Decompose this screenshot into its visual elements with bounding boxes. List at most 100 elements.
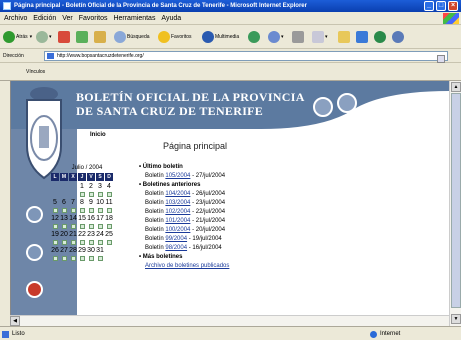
- calendar-day[interactable]: 28: [69, 247, 77, 255]
- maximize-button[interactable]: □: [436, 1, 446, 11]
- calendar-day[interactable]: 6: [60, 199, 68, 207]
- history-button[interactable]: [248, 30, 261, 44]
- calendar-day[interactable]: 3: [96, 183, 104, 191]
- calendar-day[interactable]: 11: [105, 199, 113, 207]
- calendar-day[interactable]: 21: [69, 231, 77, 239]
- calendar-day[interactable]: 10: [96, 199, 104, 207]
- calendar-day[interactable]: 13: [60, 215, 68, 223]
- links-label[interactable]: Vínculos: [26, 69, 45, 75]
- bulletin-link[interactable]: 100/2004: [165, 227, 190, 233]
- day-indicator-icon: [79, 224, 85, 229]
- home-button[interactable]: [94, 30, 107, 44]
- menu-archivo[interactable]: Archivo: [4, 15, 27, 22]
- bulletin-link[interactable]: 101/2004: [165, 218, 190, 224]
- archive-link[interactable]: Archivo de boletines publicados: [145, 263, 229, 269]
- forward-button[interactable]: ▾: [36, 30, 52, 44]
- scroll-thumb[interactable]: [451, 93, 461, 308]
- menu-ver[interactable]: Ver: [62, 15, 73, 22]
- search-nav-icon[interactable]: [26, 244, 43, 261]
- calendar-day[interactable]: 9: [87, 199, 95, 207]
- calendar-day[interactable]: 16: [87, 215, 95, 223]
- latest-bulletin-link[interactable]: 105/2004: [165, 173, 190, 179]
- mail-button[interactable]: ▾: [268, 30, 284, 44]
- bulletin-link[interactable]: 98/2004: [165, 245, 187, 251]
- breadcrumb[interactable]: Inicio: [90, 132, 106, 138]
- day-indicator-icon: [79, 256, 85, 261]
- minimize-button[interactable]: _: [424, 1, 434, 11]
- edit-icon: [312, 31, 324, 43]
- previous-bulletin-row: Boletín 103/2004 - 23/jul/2004: [145, 200, 226, 206]
- help-nav-icon[interactable]: [26, 281, 43, 298]
- calendar-day[interactable]: 4: [105, 183, 113, 191]
- favorites-button[interactable]: Favoritos: [158, 30, 192, 44]
- previous-bulletin-row: Boletín 102/2004 - 22/jul/2004: [145, 209, 226, 215]
- media-button[interactable]: Multimedia: [202, 30, 239, 44]
- calendar-day[interactable]: 30: [87, 247, 95, 255]
- calendar-week-row: 26 27 28 29 30 31: [51, 247, 123, 255]
- calendar-day[interactable]: 2: [87, 183, 95, 191]
- latest-bulletin-heading: Último boletín: [139, 163, 379, 172]
- calendar-day[interactable]: 27: [60, 247, 68, 255]
- scroll-left-icon[interactable]: ◀: [10, 316, 20, 326]
- day-indicator-icon: [88, 208, 94, 213]
- calendar-day[interactable]: 22: [78, 231, 86, 239]
- search-button[interactable]: Búsqueda: [114, 30, 150, 44]
- menu-herramientas[interactable]: Herramientas: [113, 15, 155, 22]
- print-button[interactable]: [292, 30, 305, 44]
- day-indicator-icon: [52, 240, 58, 245]
- menu-favoritos[interactable]: Favoritos: [79, 15, 108, 22]
- close-button[interactable]: ×: [448, 1, 458, 11]
- menu-edicion[interactable]: Edición: [33, 15, 56, 22]
- discuss-button[interactable]: [338, 30, 351, 44]
- bulletin-link[interactable]: 99/2004: [165, 236, 187, 242]
- previous-bulletin-row: Boletín 101/2004 - 21/jul/2004: [145, 218, 226, 224]
- day-indicator-icon: [52, 256, 58, 261]
- tools-button[interactable]: [392, 30, 405, 44]
- scroll-down-icon[interactable]: ▼: [451, 314, 461, 324]
- tools-icon: [392, 31, 404, 43]
- scroll-up-icon[interactable]: ▲: [451, 82, 461, 92]
- calendar-day[interactable]: 19: [51, 231, 59, 239]
- site-banner: BOLETÍN OFICIAL DE LA PROVINCIA DE SANTA…: [11, 81, 449, 129]
- document-nav-icon[interactable]: [26, 206, 43, 223]
- stop-button[interactable]: [58, 30, 71, 44]
- favorites-star-icon: [158, 31, 170, 43]
- day-indicator-icon: [70, 208, 76, 213]
- research-button[interactable]: [374, 30, 387, 44]
- bulletin-link[interactable]: 103/2004: [165, 200, 190, 206]
- calendar-day[interactable]: 26: [51, 247, 59, 255]
- calendar-day[interactable]: 14: [69, 215, 77, 223]
- day-indicator-icon: [106, 240, 112, 245]
- bulletin-link[interactable]: 104/2004: [165, 191, 190, 197]
- calendar-day[interactable]: 1: [78, 183, 86, 191]
- calendar-day[interactable]: 23: [87, 231, 95, 239]
- calendar-day[interactable]: 25: [105, 231, 113, 239]
- calendar-day[interactable]: 7: [69, 199, 77, 207]
- back-button[interactable]: Atrás ▾: [3, 30, 32, 44]
- refresh-button[interactable]: [76, 30, 89, 44]
- calendar-day[interactable]: 8: [78, 199, 86, 207]
- calendar-day[interactable]: 18: [105, 215, 113, 223]
- links-bar: Vínculos: [0, 63, 461, 81]
- edit-button[interactable]: ▾: [312, 30, 328, 44]
- horizontal-scrollbar[interactable]: ◀: [10, 315, 449, 326]
- calendar-day[interactable]: 12: [51, 215, 59, 223]
- address-dropdown-icon[interactable]: [437, 55, 445, 63]
- vertical-scrollbar[interactable]: ▲ ▼: [449, 81, 461, 326]
- day-indicator-icon: [88, 192, 94, 197]
- messenger-button[interactable]: [356, 30, 369, 44]
- day-indicator-icon: [61, 224, 67, 229]
- calendar-day[interactable]: 17: [96, 215, 104, 223]
- calendar-day[interactable]: 15: [78, 215, 86, 223]
- day-indicator-icon: [79, 240, 85, 245]
- calendar-day[interactable]: 31: [96, 247, 104, 255]
- address-input[interactable]: http://www.bopsantacruzdetenerife.org/: [44, 51, 448, 63]
- weekday-label: J: [78, 173, 86, 181]
- menu-ayuda[interactable]: Ayuda: [161, 15, 181, 22]
- calendar-day[interactable]: 24: [96, 231, 104, 239]
- media-icon: [202, 31, 214, 43]
- calendar-day[interactable]: 20: [60, 231, 68, 239]
- bulletin-link[interactable]: 102/2004: [165, 209, 190, 215]
- calendar-day[interactable]: 5: [51, 199, 59, 207]
- calendar-day[interactable]: 29: [78, 247, 86, 255]
